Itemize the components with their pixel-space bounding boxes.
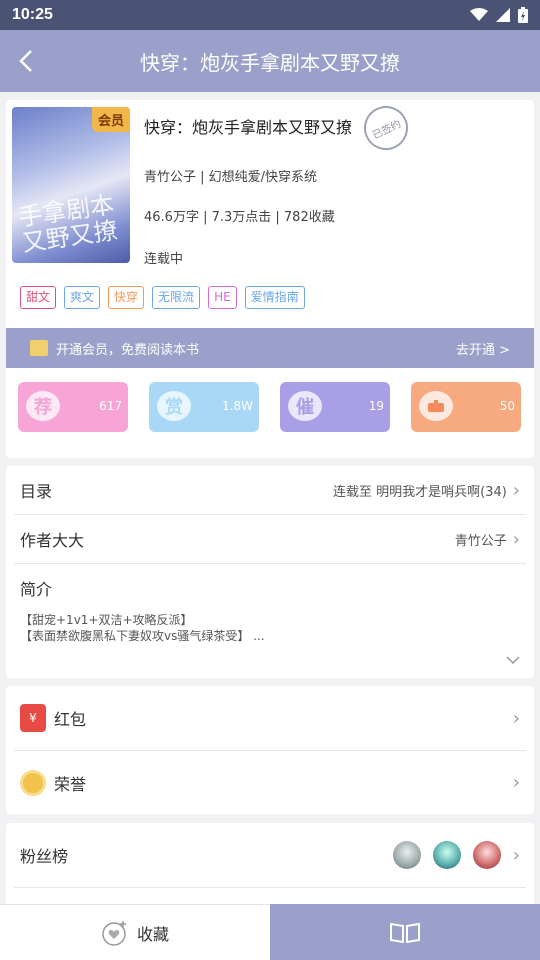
- author-label: 作者大大: [20, 531, 85, 550]
- author-name: 青竹公子: [454, 533, 507, 549]
- tag-item[interactable]: HE: [208, 286, 237, 309]
- honor-row[interactable]: 荣誉 ›: [6, 751, 534, 814]
- status-bar: 10:25: [0, 0, 540, 30]
- tag-item[interactable]: 无限流: [152, 286, 201, 309]
- intro-line: 【表面禁欲腹黑私下妻奴攻vs骚气绿茶受】 ...: [20, 629, 265, 643]
- back-arrow-icon: [19, 50, 32, 72]
- tag-item[interactable]: 爽文: [64, 286, 101, 309]
- tag-list: 甜文 爽文 快穿 无限流 HE 爱情指南: [20, 286, 305, 309]
- book-stats: 46.6万字 | 7.3万点击 | 782收藏: [144, 210, 335, 225]
- avatar[interactable]: [432, 841, 461, 869]
- chevron-right-icon: ›: [512, 479, 520, 501]
- author-genre: 青竹公子 | 幻想纯爱/快穿系统: [144, 170, 318, 185]
- fans-label: 粉丝榜: [20, 847, 69, 866]
- status-icons: [470, 7, 528, 23]
- urge-icon: 催: [288, 391, 322, 421]
- recommend-icon: 荐: [26, 391, 60, 421]
- expand-chevron-icon[interactable]: [506, 656, 520, 664]
- signal-icon: [496, 8, 510, 22]
- vip-open-link[interactable]: 去开通 >: [456, 339, 510, 358]
- gift-count: 50: [499, 399, 515, 413]
- chevron-right-icon: ›: [512, 528, 520, 550]
- chevron-right-icon: ›: [512, 772, 520, 793]
- reward-icon: 赏: [157, 391, 191, 421]
- status-time: 10:25: [12, 6, 53, 23]
- toc-latest-chapter: 连载至 明明我才是哨兵啊(34): [332, 484, 507, 500]
- book-cover[interactable]: 会员 手拿剧本又野又撩: [12, 107, 130, 263]
- read-button[interactable]: [270, 904, 540, 960]
- urge-button[interactable]: 催 19: [280, 382, 390, 432]
- redpacket-label: 红包: [54, 710, 87, 729]
- fans-row[interactable]: 粉丝榜 ›: [6, 823, 534, 887]
- intro-header: 简介: [6, 564, 534, 612]
- tag-item[interactable]: 快穿: [108, 286, 145, 309]
- book-info-card: 会员 手拿剧本又野又撩 快穿：炮灰手拿剧本又野又撩 已签约 青竹公子 | 幻想纯…: [6, 98, 534, 458]
- recommend-button[interactable]: 荐 617: [18, 382, 128, 432]
- app-bar: 快穿：炮灰手拿剧本又野又撩: [0, 30, 540, 92]
- author-row[interactable]: 作者大大 青竹公子 ›: [6, 515, 534, 563]
- intro-text: 【甜宠+1v1+双洁+攻略反派】 【表面禁欲腹黑私下妻奴攻vs骚气绿茶受】 ..…: [20, 612, 265, 644]
- rewards-card: ¥ 红包 › 荣誉 ›: [6, 686, 534, 814]
- tag-item[interactable]: 甜文: [20, 286, 57, 309]
- collect-label: 收藏: [136, 924, 169, 944]
- collect-button[interactable]: 收藏: [0, 904, 270, 960]
- urge-count: 19: [368, 399, 384, 413]
- intro-label: 简介: [20, 580, 53, 599]
- details-card: 目录 连载至 明明我才是哨兵啊(34) › 作者大大 青竹公子 › 简介 【甜宠…: [6, 466, 534, 678]
- divider: [14, 887, 526, 888]
- vip-banner[interactable]: 开通会员，免费阅读本书 去开通 >: [6, 328, 534, 368]
- cover-title-art: 手拿剧本又野又撩: [16, 190, 120, 258]
- battery-icon: [518, 7, 528, 23]
- tag-item[interactable]: 爱情指南: [244, 286, 305, 309]
- intro-line: 【甜宠+1v1+双洁+攻略反派】: [20, 613, 193, 627]
- heart-add-icon: [102, 920, 126, 946]
- bottom-bar: 收藏: [0, 904, 540, 960]
- book-open-icon: [30, 340, 48, 356]
- book-read-icon: [390, 922, 420, 944]
- reward-button[interactable]: 赏 1.8W: [149, 382, 259, 432]
- chevron-right-icon: ›: [512, 844, 520, 866]
- book-title: 快穿：炮灰手拿剧本又野又撩: [144, 118, 353, 137]
- book-status: 连载中: [144, 252, 184, 267]
- action-buttons: 荐 617 赏 1.8W 催 19 50: [18, 382, 521, 432]
- fans-card: 粉丝榜 ›: [6, 823, 534, 913]
- vip-badge: 会员: [91, 107, 130, 132]
- gift-icon: [419, 391, 453, 421]
- vip-banner-text: 开通会员，免费阅读本书: [56, 342, 200, 358]
- toc-row[interactable]: 目录 连载至 明明我才是哨兵啊(34) ›: [6, 466, 534, 514]
- avatar[interactable]: [472, 841, 501, 869]
- redpacket-row[interactable]: ¥ 红包 ›: [6, 686, 534, 750]
- recommend-count: 617: [99, 399, 122, 413]
- wifi-icon: [470, 8, 488, 21]
- signed-stamp: 已签约: [356, 98, 416, 158]
- reward-count: 1.8W: [222, 399, 253, 413]
- back-button[interactable]: [0, 30, 52, 92]
- medal-icon: [20, 769, 46, 796]
- gift-button[interactable]: 50: [411, 382, 521, 432]
- page-title: 快穿：炮灰手拿剧本又野又撩: [140, 50, 400, 75]
- toc-label: 目录: [20, 482, 53, 501]
- honor-label: 荣誉: [54, 774, 87, 794]
- red-packet-icon: ¥: [20, 704, 46, 732]
- chevron-right-icon: ›: [512, 707, 520, 729]
- avatar[interactable]: [392, 841, 421, 869]
